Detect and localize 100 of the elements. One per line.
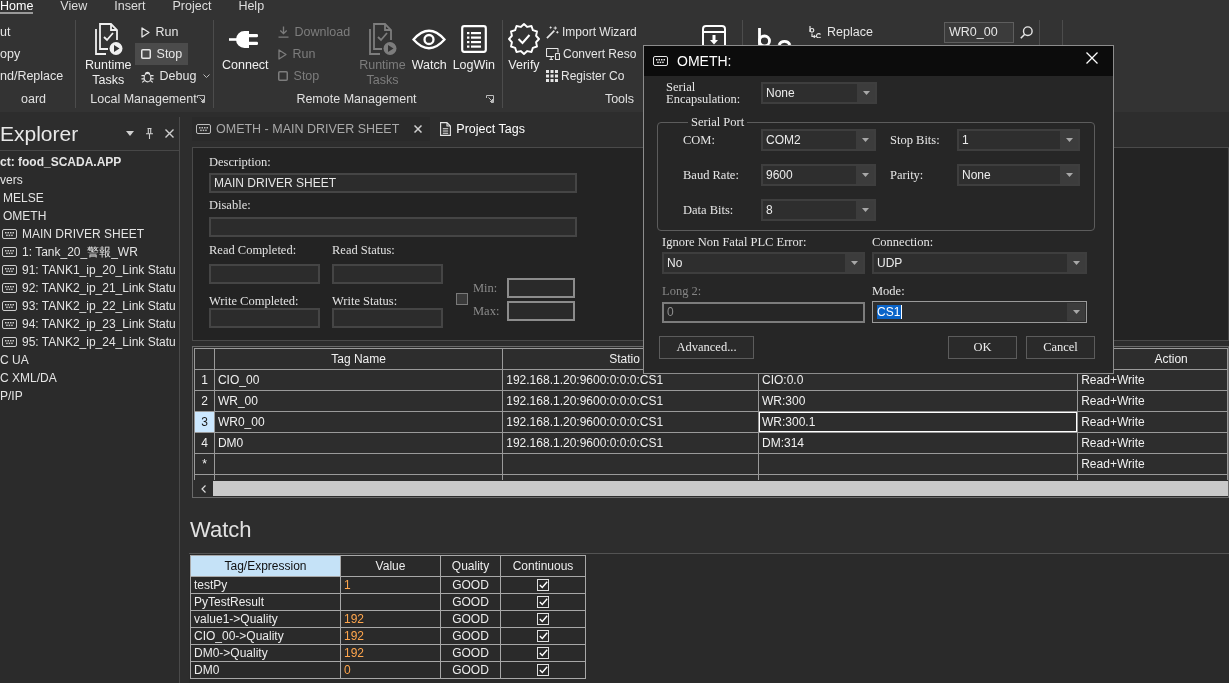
box-download-icon[interactable] — [700, 25, 728, 46]
column-header[interactable]: Quality — [440, 555, 501, 577]
port-icon — [653, 56, 668, 66]
tree-item[interactable]: P/IP — [0, 387, 179, 405]
watch-button[interactable]: Watch — [408, 21, 450, 73]
column-header[interactable]: Tag/Expression — [190, 555, 341, 577]
tree-item[interactable]: OMETH — [0, 207, 179, 225]
port-icon — [2, 247, 17, 257]
port-icon — [2, 229, 17, 239]
row-header[interactable]: * — [194, 453, 215, 475]
dialog-launcher-icon[interactable] — [486, 95, 494, 103]
stop-button[interactable]: Stop — [134, 43, 189, 65]
dialog-title: OMETH: — [677, 53, 732, 69]
caret-icon — [1072, 261, 1080, 265]
dialog-button[interactable]: OK — [948, 336, 1017, 359]
column-header[interactable]: Value — [340, 555, 441, 577]
tree-item[interactable]: 95: TANK2_ip_24_Link Statu — [0, 333, 179, 351]
read-completed-field[interactable] — [209, 264, 320, 284]
dropdown-icon[interactable] — [126, 131, 134, 136]
menu-tab[interactable]: Help — [238, 0, 265, 14]
close-icon[interactable] — [414, 125, 423, 133]
verify-button[interactable]: Verify — [505, 21, 543, 73]
tree-item[interactable]: MAIN DRIVER SHEET — [0, 225, 179, 243]
max-field[interactable] — [507, 300, 575, 321]
dialog-button[interactable]: Cancel — [1026, 336, 1095, 359]
menu-tab[interactable]: Insert — [114, 0, 146, 14]
wizard-button[interactable]: Import Wizard — [543, 21, 639, 43]
parity-dropdown[interactable]: None — [957, 164, 1080, 186]
row-header[interactable]: 1 — [194, 369, 215, 391]
dialog-launcher-icon[interactable] — [197, 95, 205, 103]
menu-tab[interactable]: Home — [0, 0, 34, 14]
disable-field[interactable] — [209, 217, 577, 237]
wand-icon — [546, 25, 559, 39]
table-cell: testPy — [190, 576, 341, 594]
search-field[interactable]: WR0_00 — [944, 22, 1014, 43]
search-icon[interactable] — [1020, 26, 1033, 39]
eye-icon — [412, 28, 447, 50]
description-field[interactable]: MAIN DRIVER SHEET — [209, 173, 577, 193]
tree-item[interactable]: 91: TANK1_ip_20_Link Statu — [0, 261, 179, 279]
encapsulation-dropdown[interactable]: None — [761, 82, 877, 104]
com-dropdown[interactable]: COM2 — [761, 129, 876, 151]
group-label: Tools — [604, 92, 635, 106]
tree-item[interactable]: C UA — [0, 351, 179, 369]
column-header[interactable]: Tag Name — [214, 348, 503, 370]
menu-tab[interactable]: View — [60, 0, 88, 14]
logwin-button[interactable]: LogWin — [449, 21, 499, 73]
tree-item[interactable]: 94: TANK2_ip_23_Link Statu — [0, 315, 179, 333]
table-cell: 192.168.1.20:9600:0:0:0:CS1 — [502, 432, 759, 454]
baud-rate-dropdown[interactable]: 9600 — [761, 164, 876, 186]
table-cell: WR_00 — [214, 390, 503, 412]
tree-item[interactable]: C XML/DA — [0, 369, 179, 387]
row-header[interactable]: 2 — [194, 390, 215, 412]
ignore-error-dropdown[interactable]: No — [662, 252, 865, 274]
close-icon[interactable] — [165, 129, 174, 138]
tree-item[interactable]: ct: food_SCADA.APP — [0, 153, 179, 171]
tree-item[interactable]: 93: TANK2_ip_22_Link Statu — [0, 297, 179, 315]
dialog-button[interactable]: Advanced... — [659, 336, 754, 359]
data-bits-dropdown[interactable]: 8 — [761, 199, 876, 221]
ribbon-button[interactable]: ut — [0, 21, 11, 43]
table-cell: 192 — [340, 610, 441, 628]
ribbon-button[interactable]: nd/Replace — [0, 65, 64, 87]
min-field[interactable] — [507, 277, 575, 298]
register-button[interactable]: Register Co — [543, 65, 627, 87]
write-status-field[interactable] — [332, 308, 443, 328]
tree-item[interactable]: 92: TANK2_ip_21_Link Statu — [0, 279, 179, 297]
stop-bits-dropdown[interactable]: 1 — [957, 129, 1080, 151]
field-label: Ignore Non Fatal PLC Error: — [662, 235, 808, 249]
letters-icon[interactable] — [757, 28, 793, 47]
table-cell: DM0 — [214, 432, 503, 454]
tree-item[interactable]: 1: Tank_20_警報_WR — [0, 243, 179, 261]
debug-button[interactable]: Debug — [134, 65, 217, 87]
field-label: Write Status: — [332, 294, 398, 308]
write-completed-field[interactable] — [209, 308, 320, 328]
tree-item[interactable]: MELSE — [0, 189, 179, 207]
connection-dropdown[interactable]: UDP — [872, 252, 1087, 274]
connect-button[interactable]: Connect — [219, 21, 272, 73]
tree-item[interactable]: vers — [0, 171, 179, 189]
read-status-field[interactable] — [332, 264, 443, 284]
run-button[interactable]: Run — [134, 21, 185, 43]
menu-tab[interactable]: Project — [172, 0, 212, 14]
checkbox[interactable] — [456, 293, 468, 305]
convert-button[interactable]: Convert Reso — [543, 43, 639, 65]
row-header[interactable]: 4 — [194, 432, 215, 454]
replace-button[interactable]: Replace — [803, 21, 879, 43]
column-header[interactable]: Continuous — [500, 555, 586, 577]
table-cell: GOOD — [440, 627, 501, 645]
group-label: Local Management — [90, 92, 197, 106]
mode-dropdown[interactable]: CS1 — [872, 301, 1087, 323]
pin-icon[interactable] — [146, 128, 153, 139]
caret-icon — [1065, 138, 1073, 142]
group-label: oard — [21, 92, 46, 106]
table-cell: DM:314 — [758, 432, 1078, 454]
table-cell: GOOD — [440, 644, 501, 662]
badge-check-icon — [508, 23, 540, 55]
document-tab[interactable]: Project Tags — [436, 117, 533, 141]
ribbon-button[interactable]: opy — [0, 43, 21, 65]
runtime-tasks-button[interactable]: Runtime Tasks — [82, 21, 135, 88]
port-icon — [2, 301, 17, 311]
row-header[interactable]: 3 — [194, 411, 215, 433]
table-cell: GOOD — [440, 593, 501, 611]
